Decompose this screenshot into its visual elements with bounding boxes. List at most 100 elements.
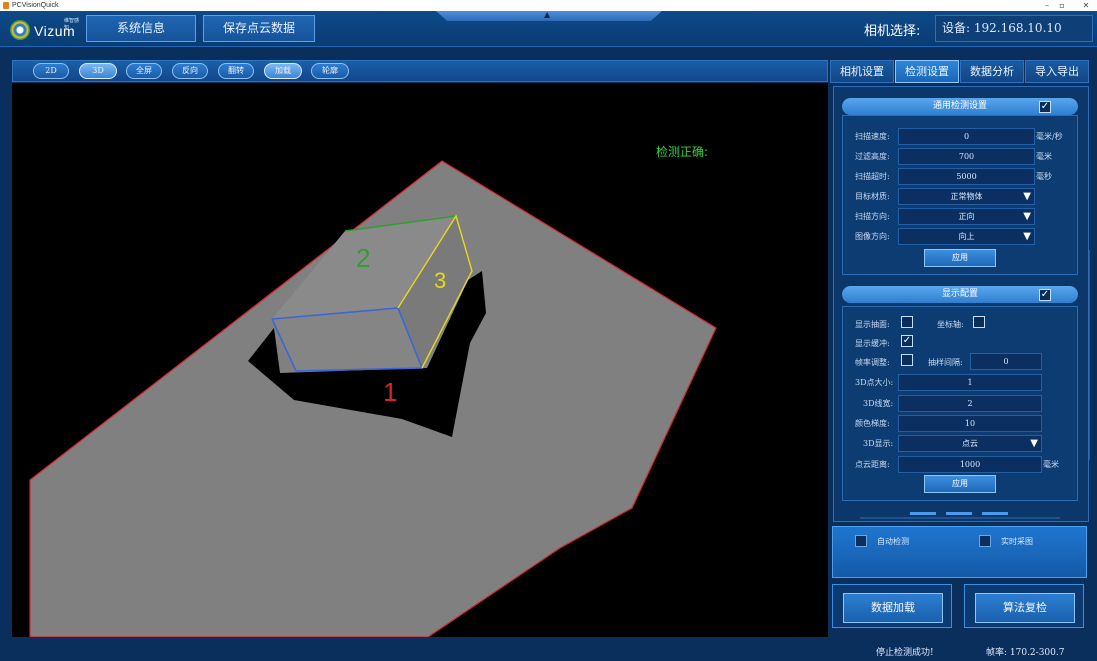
label-1: 1: [383, 377, 397, 407]
line-width-input[interactable]: 2: [898, 395, 1042, 412]
camera-select-label: 相机选择:: [864, 24, 921, 39]
save-pointcloud-button[interactable]: 保存点云数据: [203, 15, 315, 42]
camera-select[interactable]: 设备: 192.168.10.10: [935, 15, 1093, 42]
viewer-toolbar: 2D 3D 全屏 反向 翻转 加载 轮廓: [12, 60, 828, 82]
dropdown-arrow-icon: ▼: [1023, 231, 1031, 242]
auto-detect-label: 自动检测: [877, 537, 909, 546]
side-scroll-track: [1089, 250, 1097, 460]
target-material-select[interactable]: 正常物体 ▼: [898, 188, 1035, 205]
fps-adjust-checkbox[interactable]: [901, 354, 913, 366]
display-mode-label: 3D显示:: [863, 439, 894, 448]
settings-tabs: 相机设置 检测设置 数据分析 导入导出: [830, 60, 1090, 83]
general-detection-title: 通用检测设置: [932, 101, 987, 111]
scan-timeout-label: 扫描超时:: [855, 172, 890, 181]
target-material-value: 正常物体: [950, 192, 983, 201]
view-3d-button[interactable]: 3D: [79, 63, 117, 79]
load-button[interactable]: 加载: [264, 63, 302, 79]
flip-button[interactable]: 翻转: [218, 63, 254, 79]
status-bar: 停止检测成功! 帧率: 170.2-300.7: [830, 640, 1097, 661]
tab-detection-settings[interactable]: 检测设置: [895, 60, 959, 83]
display-config-section: 显示抽面: 坐标轴: 显示缓冲: ✓ 帧率调整: 抽样间隔: 0 3D点大小: …: [842, 306, 1078, 501]
filter-height-unit: 毫米: [1036, 152, 1052, 161]
header-bar: Vizum 维智感知 系统信息 保存点云数据 ▲ 相机选择: 设备: 192.1…: [0, 11, 1097, 47]
buffer-checkbox[interactable]: ✓: [901, 335, 913, 347]
algorithm-recheck-button[interactable]: 算法复检: [975, 593, 1075, 623]
tab-import-export[interactable]: 导入导出: [1025, 60, 1089, 83]
target-material-label: 目标材质:: [855, 192, 890, 201]
data-load-button[interactable]: 数据加载: [843, 593, 943, 623]
axis-checkbox[interactable]: [973, 316, 985, 328]
scan-speed-unit: 毫米/秒: [1036, 132, 1063, 141]
dropdown-arrow-icon: ▼: [1023, 211, 1031, 222]
tab-data-analysis[interactable]: 数据分析: [960, 60, 1024, 83]
logo-subtitle: 维智感知: [64, 18, 80, 31]
buffer-label: 显示缓冲:: [855, 339, 890, 348]
scan-direction-value: 正向: [958, 212, 975, 221]
display-config-title: 显示配置: [941, 289, 978, 299]
general-detection-section: 扫描速度: 0 毫米/秒 过滤高度: 700 毫米 扫描超时: 5000 毫秒 …: [842, 115, 1078, 275]
pointcloud-viewport[interactable]: 1 2 3 检测正确:: [12, 83, 828, 637]
fullscreen-button[interactable]: 全屏: [126, 63, 162, 79]
maximize-icon[interactable]: ▫: [1052, 0, 1072, 11]
point-size-input[interactable]: 1: [898, 374, 1042, 391]
filter-height-label: 过滤高度:: [855, 152, 890, 161]
filter-height-input[interactable]: 700: [898, 148, 1035, 165]
realtime-capture-checkbox[interactable]: [979, 535, 991, 547]
label-2: 2: [356, 243, 370, 273]
app-icon: [3, 2, 9, 9]
dropdown-arrow-icon: ▼: [1030, 438, 1038, 449]
fps-adjust-label: 帧率调整:: [855, 358, 890, 367]
window-title: PCVisionQuick: [12, 2, 59, 9]
cloud-distance-label: 点云距离:: [855, 460, 890, 469]
display-config-checkbox[interactable]: ✓: [1039, 289, 1051, 301]
show-surface-label: 显示抽面:: [855, 320, 890, 329]
dropdown-arrow-icon: ▼: [1023, 191, 1031, 202]
general-detection-checkbox[interactable]: ✓: [1039, 101, 1051, 113]
contour-button[interactable]: 轮廓: [311, 63, 349, 79]
detection-settings-panel: 通用检测设置 ✓ 扫描速度: 0 毫米/秒 过滤高度: 700 毫米 扫描超时:…: [833, 86, 1089, 522]
pointcloud-render: 1 2 3: [29, 160, 717, 637]
scan-timeout-input[interactable]: 5000: [898, 168, 1035, 185]
scan-speed-label: 扫描速度:: [855, 132, 890, 141]
logo: Vizum 维智感知: [10, 17, 80, 43]
fps-readout: 帧率: 170.2-300.7: [986, 648, 1065, 658]
image-direction-value: 向上: [958, 232, 975, 241]
image-direction-label: 图像方向:: [855, 232, 890, 241]
status-message: 停止检测成功!: [876, 648, 934, 658]
display-mode-select[interactable]: 点云 ▼: [898, 435, 1042, 452]
color-gradient-label: 颜色梯度:: [855, 419, 890, 428]
display-mode-value: 点云: [962, 439, 978, 448]
realtime-capture-label: 实时采图: [1001, 537, 1033, 546]
scan-direction-label: 扫描方向:: [855, 212, 890, 221]
mode-panel: 自动检测 实时采图: [832, 526, 1087, 578]
point-size-label: 3D点大小:: [855, 378, 894, 387]
system-info-button[interactable]: 系统信息: [86, 15, 196, 42]
reverse-button[interactable]: 反向: [172, 63, 208, 79]
app-window: PCVisionQuick – ▫ ✕ Vizum 维智感知 系统信息 保存点云…: [0, 0, 1097, 661]
scan-timeout-unit: 毫秒: [1036, 172, 1052, 181]
algorithm-recheck-frame: 算法复检: [964, 584, 1084, 628]
cloud-distance-unit: 毫米: [1043, 460, 1059, 469]
view-2d-button[interactable]: 2D: [33, 63, 69, 79]
image-direction-select[interactable]: 向上 ▼: [898, 228, 1035, 245]
detection-apply-button[interactable]: 应用: [924, 249, 996, 267]
collapse-header-handle[interactable]: ▲: [436, 11, 662, 21]
auto-detect-checkbox[interactable]: [855, 535, 867, 547]
cloud-distance-input[interactable]: 1000: [898, 456, 1042, 473]
decorative-divider: [860, 512, 1060, 519]
sample-interval-input[interactable]: 0: [970, 353, 1042, 370]
scan-direction-select[interactable]: 正向 ▼: [898, 208, 1035, 225]
logo-eye-icon: [10, 20, 30, 40]
display-apply-button[interactable]: 应用: [924, 475, 996, 493]
title-bar: PCVisionQuick – ▫ ✕: [0, 0, 1097, 11]
close-icon[interactable]: ✕: [1076, 0, 1096, 11]
color-gradient-input[interactable]: 10: [898, 415, 1042, 432]
label-3: 3: [434, 268, 446, 293]
detection-status-text: 检测正确:: [656, 145, 709, 159]
show-surface-checkbox[interactable]: [901, 316, 913, 328]
chevron-up-icon: ▲: [544, 10, 551, 19]
scan-speed-input[interactable]: 0: [898, 128, 1035, 145]
data-load-frame: 数据加载: [832, 584, 952, 628]
tab-camera-settings[interactable]: 相机设置: [830, 60, 894, 83]
line-width-label: 3D线宽:: [863, 399, 894, 408]
